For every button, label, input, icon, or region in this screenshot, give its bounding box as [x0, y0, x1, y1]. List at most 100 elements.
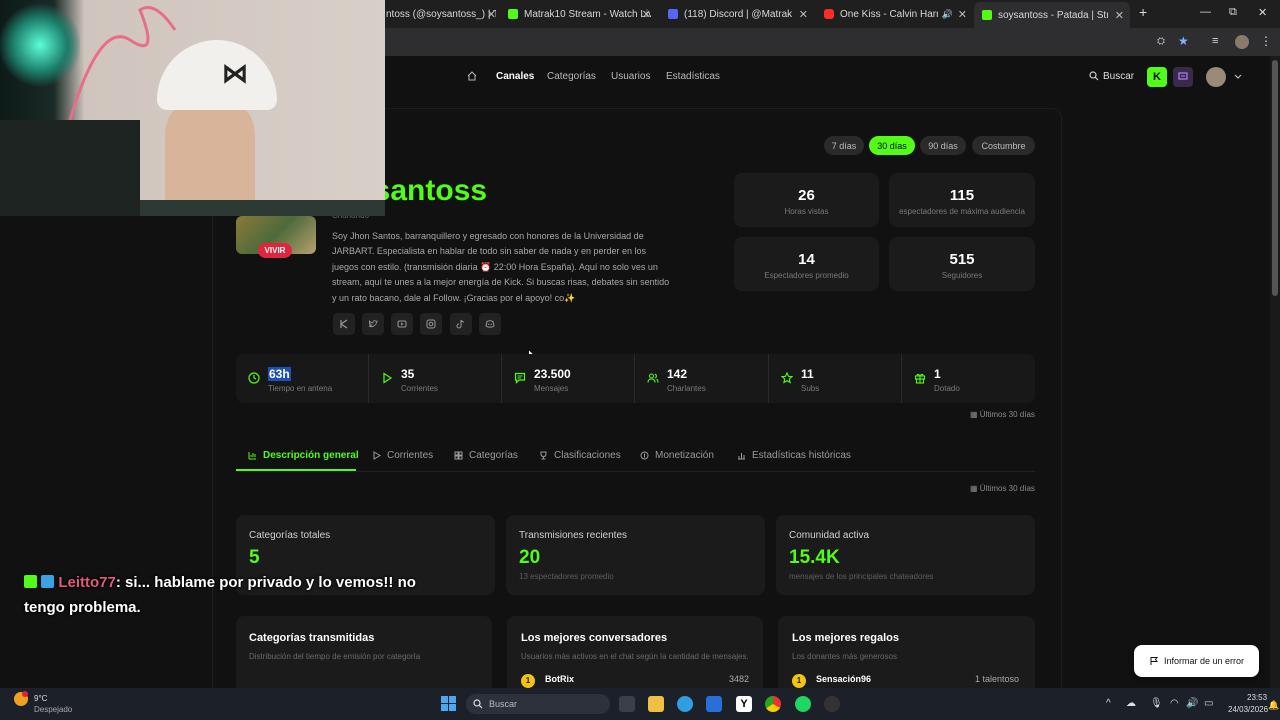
stat-value: 142 — [667, 367, 688, 381]
browser-tab[interactable]: (118) Discord | @Matrak ✕ — [668, 4, 808, 24]
weather-temp: 9°C — [34, 694, 48, 703]
filter-30-days[interactable]: 30 días — [869, 136, 915, 155]
user-avatar[interactable] — [1206, 67, 1226, 87]
clock-date[interactable]: 24/03/2026 — [1228, 705, 1268, 714]
kick-social-button[interactable] — [333, 313, 355, 335]
filter-7-days[interactable]: 7 días — [824, 136, 864, 155]
bookmark-star-icon[interactable]: ★ — [1178, 34, 1189, 48]
store-icon[interactable] — [706, 696, 722, 712]
spotify-icon[interactable] — [795, 696, 811, 712]
windows-taskbar — [0, 688, 1280, 720]
clock-icon — [248, 372, 260, 384]
tab-label: Descripción general — [263, 450, 359, 461]
search-button[interactable]: Buscar — [1103, 71, 1134, 82]
coin-icon — [640, 451, 649, 460]
tab-label: Monetización — [655, 450, 714, 461]
period-note-text: Últimos 30 días — [979, 410, 1035, 419]
stat-label: Charlantes — [667, 384, 706, 393]
tab-label: Categorías — [469, 450, 518, 461]
wifi-icon[interactable]: ◠ — [1170, 698, 1179, 709]
filter-custom[interactable]: Costumbre — [972, 136, 1035, 155]
twitch-icon[interactable] — [1173, 67, 1193, 87]
twitter-icon — [368, 320, 378, 328]
close-tab-icon[interactable]: ✕ — [958, 8, 967, 21]
browser-tab[interactable]: Matrak10 Stream - Watch Live ✕ — [508, 4, 651, 24]
nav-categories[interactable]: Categorías — [547, 71, 596, 82]
tab-streams[interactable]: Corrientes — [372, 450, 433, 461]
twitter-social-button[interactable] — [362, 313, 384, 335]
tab-categories[interactable]: Categorías — [454, 450, 518, 461]
taskbar-search[interactable] — [466, 694, 610, 714]
summary-label: Horas vistas — [784, 207, 829, 216]
edge-icon[interactable] — [677, 696, 693, 712]
kick-icon — [340, 319, 348, 329]
minimize-button[interactable]: — — [1200, 6, 1211, 18]
search-icon[interactable] — [1089, 71, 1099, 81]
speaker-icon[interactable]: 🔊 — [942, 9, 953, 20]
filter-90-days[interactable]: 90 días — [920, 136, 966, 155]
browser-tab[interactable]: One Kiss - Calvin Harris, Du 🔊 ✕ — [824, 4, 967, 24]
tab-overview[interactable]: Descripción general — [248, 450, 359, 461]
chrome-icon[interactable] — [765, 696, 781, 712]
instagram-social-button[interactable] — [420, 313, 442, 335]
nav-channels[interactable]: Canales — [496, 71, 534, 82]
nav-statistics[interactable]: Estadísticas — [666, 71, 720, 82]
close-tab-icon[interactable]: ✕ — [799, 8, 808, 21]
chatter-name[interactable]: BotRix — [545, 674, 574, 684]
gifter-name[interactable]: Sensación96 — [816, 674, 871, 684]
youtube-social-button[interactable] — [391, 313, 413, 335]
new-tab-button[interactable]: + — [1139, 4, 1147, 20]
task-view-icon[interactable] — [619, 696, 635, 712]
tab-historical-stats[interactable]: Estadísticas históricas — [737, 450, 851, 461]
onedrive-icon[interactable]: ☁ — [1126, 698, 1136, 709]
microphone-icon[interactable]: 🎙 — [1150, 698, 1163, 709]
windows-start-icon[interactable] — [441, 696, 456, 711]
volume-icon[interactable]: 🔊 — [1186, 698, 1198, 709]
browser-tab-active[interactable]: soysantoss - Patada | Streamer ✕ — [974, 2, 1130, 28]
notification-dot — [22, 691, 28, 697]
obs-icon[interactable] — [824, 696, 840, 712]
media-control-icon[interactable]: ≡ — [1212, 35, 1218, 47]
close-tab-icon[interactable]: ✕ — [642, 8, 651, 21]
report-error-button[interactable]: Informar de un error — [1134, 645, 1259, 677]
tab-title: soysantoss - Patada | Streamer — [998, 9, 1108, 21]
tab-label: Corrientes — [387, 450, 434, 461]
users-icon — [647, 373, 659, 383]
play-icon — [383, 372, 393, 384]
scrollbar-thumb[interactable] — [1272, 60, 1278, 296]
kick-logo-icon[interactable]: K — [1147, 67, 1167, 87]
home-icon[interactable] — [467, 71, 477, 81]
chart-icon — [738, 453, 745, 460]
browser-tab[interactable]: ntoss (@soysantoss_) | Ti ✕ — [386, 4, 496, 24]
overview-card-subtitle: mensajes de los principales chateadores — [789, 572, 934, 581]
stat-label: Tiempo en antena — [268, 384, 333, 393]
youtube-icon — [397, 320, 407, 328]
tab-rankings[interactable]: Clasificaciones — [539, 450, 621, 461]
app-y-icon[interactable]: Y — [736, 696, 752, 712]
file-explorer-icon[interactable] — [648, 696, 664, 712]
nav-users[interactable]: Usuarios — [611, 71, 650, 82]
chatter-message-count: 3482 — [729, 674, 750, 684]
close-window-button[interactable]: ✕ — [1258, 6, 1267, 19]
browser-profile-avatar[interactable] — [1235, 35, 1249, 49]
translate-icon[interactable]: ⛭ — [1157, 36, 1165, 47]
tab-monetization[interactable]: Monetización — [640, 450, 714, 461]
tiktok-social-button[interactable] — [450, 313, 472, 335]
stat-streams: 35 Corrientes — [369, 354, 501, 402]
tray-chevron-icon[interactable]: ^ — [1106, 698, 1111, 709]
clock-time[interactable]: 23:53 — [1247, 693, 1267, 702]
streamer-face — [165, 95, 255, 215]
close-tab-icon[interactable]: ✕ — [487, 8, 496, 21]
restore-button[interactable]: ⧉ — [1229, 6, 1237, 19]
close-tab-icon[interactable]: ✕ — [1115, 9, 1124, 22]
battery-icon[interactable]: ▭ — [1204, 698, 1213, 709]
stat-value: 23.500 — [534, 367, 571, 381]
overview-card-value: 20 — [519, 547, 541, 568]
channel-bio: Soy Jhon Santos, barranquillero y egresa… — [332, 231, 670, 303]
summary-value: 515 — [949, 251, 975, 268]
discord-social-button[interactable] — [479, 313, 501, 335]
browser-menu-icon[interactable]: ⋮ — [1260, 34, 1272, 48]
notification-bell-icon[interactable]: 🔔 — [1268, 700, 1279, 711]
summary-card-peak-viewers: 115 espectadores de máxima audiencia — [889, 173, 1035, 227]
chevron-down-icon[interactable] — [1234, 74, 1242, 80]
